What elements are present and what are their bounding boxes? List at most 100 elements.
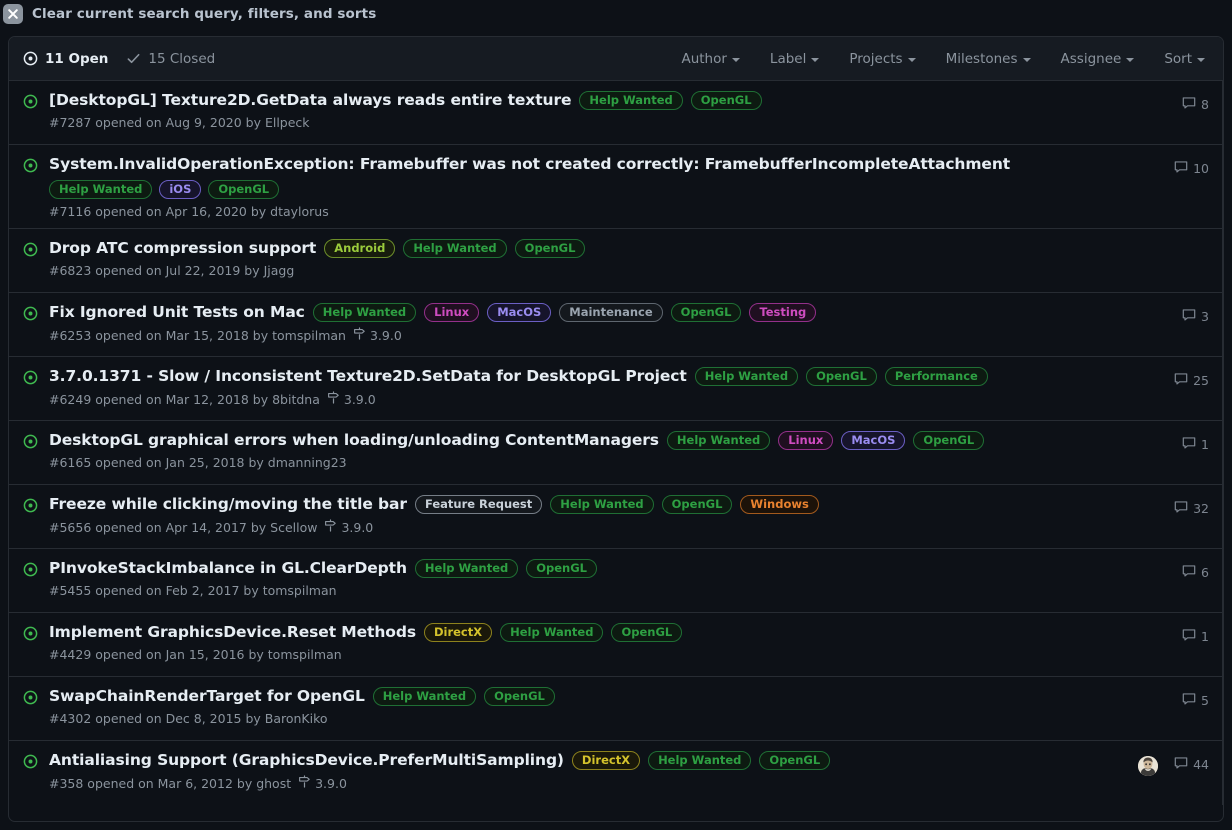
issue-label-chip[interactable]: Help Wanted [500,622,604,642]
issue-label-chip[interactable]: OpenGL [514,238,586,258]
issue-label-chip[interactable]: Windows [740,494,819,514]
issue-label-chip[interactable]: Help Wanted [372,686,477,706]
issue-meta-text: #4429 opened on Jan 15, 2016 by tomspilm… [49,647,342,662]
chevron-down-icon [1197,57,1205,62]
issue-label-chip[interactable]: Help Wanted [666,430,771,450]
issue-title-link[interactable]: Implement GraphicsDevice.Reset Methods [49,622,416,642]
issue-label-chip[interactable]: iOS [159,180,202,199]
issue-label-chip[interactable]: MacOS [841,430,906,450]
issue-title-link[interactable]: 3.7.0.1371 - Slow / Inconsistent Texture… [49,366,687,386]
comment-count[interactable]: 5 [1175,692,1209,709]
filter-milestones[interactable]: Milestones [946,51,1031,67]
issue-content: PInvokeStackImbalance in GL.ClearDepth He… [49,558,1073,603]
comment-count[interactable]: 1 [1175,628,1209,645]
issue-label-chip[interactable]: OpenGL [484,686,555,706]
issue-title-line: Fix Ignored Unit Tests on Mac Help Wanted… [49,302,1065,322]
issue-opened-icon [23,238,49,283]
filter-sort[interactable]: Sort [1164,51,1205,67]
issue-row[interactable]: Antialiasing Support (GraphicsDevice.Pre… [9,741,1223,805]
issue-meta-text: #5656 opened on Apr 14, 2017 by Scellow [49,519,318,535]
comment-count[interactable]: 32 [1174,500,1209,517]
row-right-divider [1222,485,1223,548]
comment-count[interactable]: 10 [1174,160,1209,177]
issue-row[interactable]: PInvokeStackImbalance in GL.ClearDepth He… [9,549,1223,613]
comment-count-label: 32 [1193,501,1209,516]
comment-count[interactable]: 3 [1175,308,1209,325]
issue-label-chip[interactable]: Performance [884,366,988,386]
issue-opened-icon [23,366,49,411]
milestone-link[interactable]: 3.9.0 [324,519,373,535]
issue-row[interactable]: 3.7.0.1371 - Slow / Inconsistent Texture… [9,357,1223,421]
issue-title-link[interactable]: Drop ATC compression support [49,238,316,258]
issue-title-link[interactable]: PInvokeStackImbalance in GL.ClearDepth [49,558,407,578]
issue-title-link[interactable]: SwapChainRenderTarget for OpenGL [49,686,365,706]
comment-count[interactable]: 1 [1175,436,1209,453]
milestone-link[interactable]: 3.9.0 [298,775,347,791]
issue-title-link[interactable]: Fix Ignored Unit Tests on Mac [49,302,305,322]
filter-closed-issues[interactable]: 15 Closed [126,51,215,67]
comment-count[interactable]: 44 [1174,756,1209,773]
issue-label-chip[interactable]: Testing [749,302,817,322]
issue-meta: #4429 opened on Jan 15, 2016 by tomspilm… [49,647,1065,662]
issue-content: 3.7.0.1371 - Slow / Inconsistent Texture… [49,366,1073,411]
issue-label-chip[interactable]: MacOS [487,302,552,322]
comment-count[interactable]: 8 [1175,96,1209,113]
issue-label-chip[interactable]: OpenGL [661,494,733,514]
issue-label-chip[interactable]: Linux [424,302,480,322]
issue-label-chip[interactable]: Help Wanted [550,494,654,514]
filter-open-issues[interactable]: 11 Open [23,51,108,67]
issue-row[interactable]: Implement GraphicsDevice.Reset Methods Di… [9,613,1223,677]
issue-title-link[interactable]: Antialiasing Support (GraphicsDevice.Pre… [49,750,564,770]
milestone-label: 3.9.0 [341,519,374,535]
milestone-link[interactable]: 3.9.0 [353,327,402,343]
issue-label-chip[interactable]: Help Wanted [403,238,507,258]
issue-label-chip[interactable]: OpenGL [806,366,877,386]
filter-projects[interactable]: Projects [849,51,916,67]
issue-content: System.InvalidOperationException: Frameb… [49,154,1073,219]
avatar[interactable] [1138,756,1159,776]
issue-label-chip[interactable]: OpenGL [670,302,742,322]
issue-title-link[interactable]: System.InvalidOperationException: Frameb… [49,154,1010,174]
issue-label-chip[interactable]: Feature Request [414,494,543,514]
issue-label-chip[interactable]: DirectX [571,750,641,770]
comment-count[interactable]: 6 [1175,564,1209,581]
issue-title-link[interactable]: DesktopGL graphical errors when loading/… [49,430,659,450]
issue-label-chip[interactable]: Help Wanted [648,750,752,770]
filter-label[interactable]: Label [770,51,820,67]
issue-label-chip[interactable]: OpenGL [611,622,683,642]
milestone-link[interactable]: 3.9.0 [327,391,376,407]
issue-row[interactable]: Freeze while clicking/moving the title b… [9,485,1223,549]
comment-icon [1174,372,1188,389]
issue-title-link[interactable]: [DesktopGL] Texture2D.GetData always rea… [49,90,572,110]
issue-label-chip[interactable]: OpenGL [913,430,985,450]
issue-row[interactable]: System.InvalidOperationException: Frameb… [9,145,1223,229]
issue-label-chip[interactable]: Maintenance [559,302,663,322]
issue-row[interactable]: [DesktopGL] Texture2D.GetData always rea… [9,81,1223,145]
close-icon[interactable] [3,4,23,24]
issue-label-chip[interactable]: Help Wanted [312,302,417,322]
issue-label-chip[interactable]: Help Wanted [579,90,683,110]
check-icon [126,51,141,66]
issue-row[interactable]: DesktopGL graphical errors when loading/… [9,421,1223,485]
issue-row[interactable]: SwapChainRenderTarget for OpenGL Help Wan… [9,677,1223,741]
issue-label-chip[interactable]: Help Wanted [694,366,799,386]
comment-count[interactable]: 25 [1174,372,1209,389]
issue-label-chip[interactable]: Android [324,238,396,258]
issue-label-chip[interactable]: Linux [778,430,834,450]
filter-author[interactable]: Author [681,51,740,67]
issue-labels: Help Wanted iOS OpenGL [49,180,1065,199]
issue-row[interactable]: Drop ATC compression support Android Help … [9,229,1223,293]
issue-label-chip[interactable]: DirectX [423,622,493,642]
comment-icon [1182,308,1196,325]
filter-assignee[interactable]: Assignee [1061,51,1135,67]
issue-row[interactable]: Fix Ignored Unit Tests on Mac Help Wanted… [9,293,1223,357]
issue-label-chip[interactable]: OpenGL [208,180,280,199]
issue-label-chip[interactable]: OpenGL [690,90,762,110]
issue-title-line: System.InvalidOperationException: Frameb… [49,154,1065,174]
issue-label-chip[interactable]: OpenGL [759,750,831,770]
issue-label-chip[interactable]: Help Wanted [49,180,153,199]
issue-label-chip[interactable]: OpenGL [526,558,598,578]
issue-title-link[interactable]: Freeze while clicking/moving the title b… [49,494,407,514]
issue-label-chip[interactable]: Help Wanted [414,558,519,578]
comment-count-label: 8 [1201,97,1209,112]
